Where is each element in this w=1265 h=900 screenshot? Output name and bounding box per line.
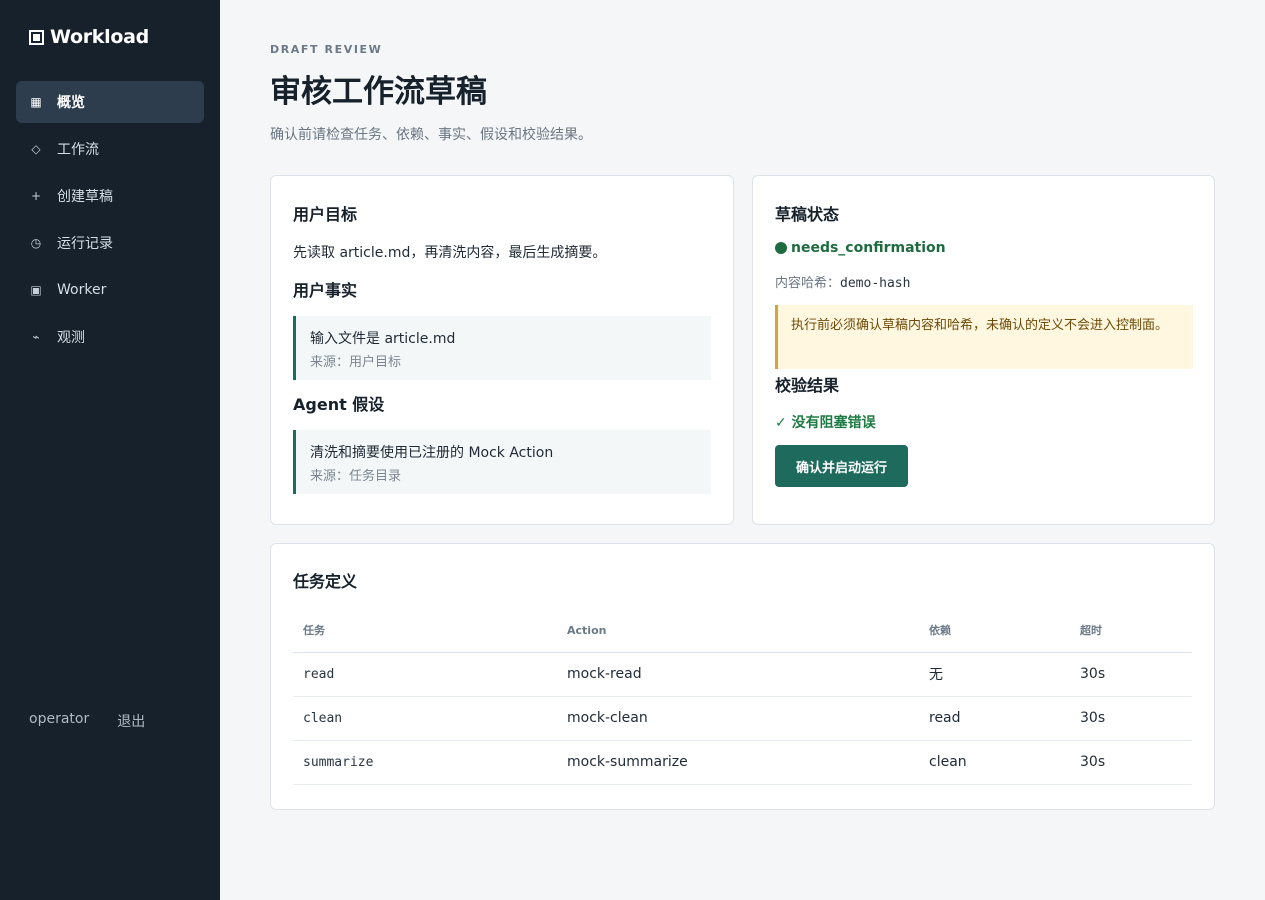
hash-value: demo-hash (840, 276, 911, 291)
task-timeout: 30s (1070, 652, 1192, 697)
task-action: mock-read (557, 652, 919, 697)
sidebar-item-label: 创建草稿 (57, 189, 113, 205)
tasks-heading: 任务定义 (293, 572, 358, 591)
facts-heading: 用户事实 (293, 281, 358, 300)
task-dependency: 无 (919, 652, 1070, 697)
task-name: clean (293, 696, 557, 741)
table-row: read mock-read 无 30s (293, 652, 1192, 697)
column-header-task: 任务 (293, 609, 557, 653)
logout-link[interactable]: 退出 (117, 711, 145, 731)
brand-logo[interactable]: Workload (29, 26, 149, 48)
validation-heading: 校验结果 (775, 376, 840, 395)
status-dot-icon (775, 242, 787, 254)
sidebar-item-label: 概览 (57, 95, 85, 111)
task-dependency: clean (919, 740, 1070, 785)
table-row: clean mock-clean read 30s (293, 696, 1192, 741)
page-title: 审核工作流草稿 (270, 74, 487, 110)
assumptions-heading: Agent 假设 (293, 395, 385, 414)
goal-facts-card: 用户目标 先读取 article.md，再清洗内容，最后生成摘要。 用户事实 输… (270, 175, 734, 525)
window-icon (29, 29, 44, 45)
assumption-text: 清洗和摘要使用已注册的 Mock Action (310, 445, 554, 461)
confirmation-warning: 执行前必须确认草稿内容和哈希，未确认的定义不会进入控制面。 (775, 305, 1193, 369)
sidebar-item-worker[interactable]: ▣ Worker (16, 269, 204, 311)
sidebar-item-observability[interactable]: ⌁ 观测 (16, 316, 204, 358)
sidebar-item-label: 运行记录 (57, 236, 113, 252)
hash-label: 内容哈希： (775, 276, 841, 291)
validation-result: ✓ 没有阻塞错误 (775, 415, 876, 431)
draft-status-heading: 草稿状态 (775, 205, 840, 224)
fact-source: 来源：用户目标 (310, 355, 402, 370)
goal-heading: 用户目标 (293, 205, 358, 224)
brand-name: Workload (50, 26, 149, 48)
task-name: summarize (293, 740, 557, 785)
sidebar-footer: operator 退出 (29, 711, 145, 731)
grid-icon: ▦ (30, 95, 42, 109)
page-eyebrow: DRAFT REVIEW (270, 43, 383, 56)
draft-status-card: 草稿状态 needs_confirmation 内容哈希：demo-hash 执… (752, 175, 1215, 525)
sidebar-nav: ▦ 概览 ◇ 工作流 + 创建草稿 ◷ 运行记录 ▣ Worker ⌁ 观测 (16, 81, 204, 363)
pulse-icon: ⌁ (32, 330, 40, 344)
sidebar-item-workflows[interactable]: ◇ 工作流 (16, 128, 204, 170)
sidebar-item-overview[interactable]: ▦ 概览 (16, 81, 204, 123)
fact-text: 输入文件是 article.md (310, 331, 456, 347)
fact-item: 输入文件是 article.md 来源：用户目标 (293, 316, 711, 380)
content-hash: 内容哈希：demo-hash (775, 272, 910, 291)
task-action: mock-clean (557, 696, 919, 741)
server-icon: ▣ (30, 283, 42, 297)
plus-icon: + (30, 189, 42, 203)
page-subtitle: 确认前请检查任务、依赖、事实、假设和校验结果。 (270, 127, 592, 143)
column-header-dependency: 依赖 (919, 609, 1070, 653)
sidebar-item-create-draft[interactable]: + 创建草稿 (16, 175, 204, 217)
task-dependency: read (919, 696, 1070, 741)
task-timeout: 30s (1070, 740, 1192, 785)
goal-text: 先读取 article.md，再清洗内容，最后生成摘要。 (293, 245, 607, 261)
column-header-action: Action (557, 609, 919, 653)
status-badge: needs_confirmation (775, 240, 946, 256)
task-action: mock-summarize (557, 740, 919, 785)
sidebar-item-label: 工作流 (57, 142, 99, 158)
column-header-timeout: 超时 (1070, 609, 1192, 653)
task-name: read (293, 652, 557, 697)
task-definitions-card: 任务定义 任务 Action 依赖 超时 read mock-read 无 30… (270, 543, 1215, 810)
diamond-icon: ◇ (31, 142, 41, 156)
sidebar: Workload ▦ 概览 ◇ 工作流 + 创建草稿 ◷ 运行记录 ▣ Work… (0, 0, 220, 900)
current-user: operator (29, 711, 90, 727)
sidebar-item-label: 观测 (57, 330, 85, 346)
sidebar-item-label: Worker (57, 282, 107, 298)
status-text: needs_confirmation (791, 240, 946, 256)
assumption-item: 清洗和摘要使用已注册的 Mock Action 来源：任务目录 (293, 430, 711, 494)
clock-icon: ◷ (30, 236, 42, 250)
table-header-row: 任务 Action 依赖 超时 (293, 609, 1192, 653)
task-timeout: 30s (1070, 696, 1192, 741)
confirm-and-run-button[interactable]: 确认并启动运行 (775, 445, 908, 487)
sidebar-item-runs[interactable]: ◷ 运行记录 (16, 222, 204, 264)
table-row: summarize mock-summarize clean 30s (293, 740, 1192, 785)
tasks-table: 任务 Action 依赖 超时 read mock-read 无 30s cle… (293, 609, 1192, 785)
assumption-source: 来源：任务目录 (310, 469, 402, 484)
